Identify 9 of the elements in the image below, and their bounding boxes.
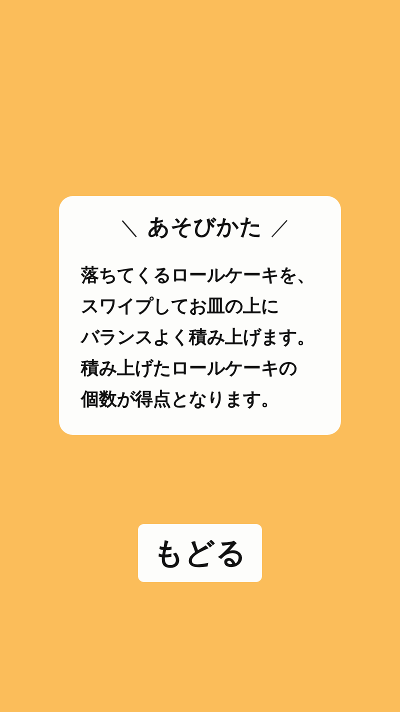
instruction-text: 個数が得点となります。 [81,388,280,412]
instruction-text: バランスよく積み上げます。 [81,326,316,350]
instruction-text: 落ちてくるロールケーキを、 [81,264,316,288]
instruction-text: 積み上げたロールケーキの [81,357,298,381]
card-title: あそびかた [148,214,262,242]
instruction-text: スワイプしてお皿の上に [81,295,280,319]
title-decoration: ＼ [120,214,140,240]
back-button[interactable]: もどる [138,524,262,582]
title-decoration: ／ [270,214,290,240]
